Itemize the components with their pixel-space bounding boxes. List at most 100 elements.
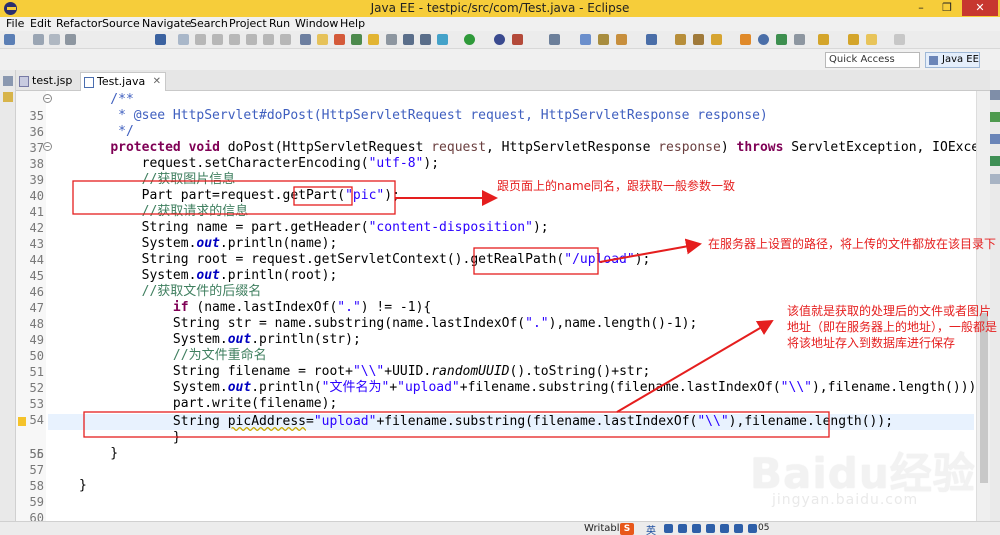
code-line: 38 − protected void doPost(HttpServletRe… (16, 140, 990, 171)
back-icon[interactable] (848, 34, 859, 45)
code-text: } (79, 478, 87, 493)
new-server-icon[interactable] (549, 34, 560, 45)
user-icon[interactable] (734, 524, 743, 533)
show-whitespace-icon[interactable] (420, 34, 431, 45)
last-edit-icon[interactable] (818, 34, 829, 45)
menu-help[interactable]: Help (340, 17, 365, 31)
save-icon[interactable] (33, 34, 44, 45)
print-icon[interactable] (65, 34, 76, 45)
fold-icon[interactable]: − (43, 94, 52, 103)
java-ee-perspective-button[interactable]: Java EE (925, 52, 980, 68)
ime-icon[interactable]: S (620, 523, 634, 535)
server-icon[interactable] (334, 34, 345, 45)
external-tools-icon[interactable] (512, 34, 523, 45)
toolbox-icon[interactable] (720, 524, 729, 533)
skin-icon[interactable] (706, 524, 715, 533)
menu-navigate[interactable]: Navigate (142, 17, 191, 31)
suspend-icon[interactable] (195, 34, 206, 45)
code-line: 36 * @see HttpServlet#doPost(HttpServlet… (16, 108, 976, 139)
forward-icon[interactable] (866, 34, 877, 45)
terminate-icon[interactable] (212, 34, 223, 45)
code-line: 47 //获取文件的后缀名 (16, 284, 976, 315)
step-return-icon[interactable] (280, 34, 291, 45)
menu-search[interactable]: Search (190, 17, 228, 31)
step-over-icon[interactable] (263, 34, 274, 45)
left-trim-bar (0, 70, 16, 535)
code-line: 46 System.out.println(root); (16, 268, 976, 299)
wrench-icon[interactable] (794, 34, 805, 45)
code-line: 41 Part part=request.getPart("pic"); (16, 188, 976, 219)
open-task-icon[interactable] (675, 34, 686, 45)
package-explorer-icon[interactable] (3, 92, 13, 102)
coverage-icon[interactable] (494, 34, 505, 45)
run-icon[interactable] (464, 34, 475, 45)
servers-view-icon[interactable] (990, 134, 1000, 144)
minimize-button[interactable]: – (908, 0, 934, 16)
annotation-icon[interactable] (711, 34, 722, 45)
toggle-icon[interactable] (386, 34, 397, 45)
save-all-icon[interactable] (49, 34, 60, 45)
close-tab-icon[interactable]: ✕ (153, 73, 161, 91)
warning-marker-icon[interactable] (18, 417, 26, 426)
punctuation-icon[interactable] (664, 524, 673, 533)
line-number: 60 (29, 511, 44, 521)
publish-icon[interactable] (351, 34, 362, 45)
annotation-text-path: 在服务器上设置的路径，将上传的文件都放在该目录下 (708, 237, 997, 251)
perspective-label: Java EE (942, 54, 979, 65)
menu-run[interactable]: Run (269, 17, 290, 31)
quick-access-field[interactable]: Quick Access (825, 52, 920, 68)
navigate-forward-icon[interactable] (894, 34, 905, 45)
outline-icon[interactable] (403, 34, 414, 45)
new-package-icon[interactable] (598, 34, 609, 45)
debug-icon[interactable] (437, 34, 448, 45)
new-icon[interactable] (4, 34, 15, 45)
disconnect-icon[interactable] (229, 34, 240, 45)
keyboard-icon[interactable] (692, 524, 701, 533)
code-text: } (79, 430, 181, 445)
status-bar: Writable S 英 05 (0, 521, 1000, 535)
tasks-view-icon[interactable] (990, 112, 1000, 122)
close-button[interactable]: ✕ (962, 0, 998, 16)
code-text: System.out.println(str); (79, 332, 361, 347)
open-type-icon[interactable] (646, 34, 657, 45)
menu-bar: File Edit Refactor Source Navigate Searc… (0, 17, 1000, 31)
code-text: String str = name.substring(name.lastInd… (79, 316, 698, 331)
minimized-view-icon[interactable] (3, 76, 13, 86)
window-title: Java EE - testpic/src/com/Test.java - Ec… (370, 1, 630, 15)
new-web-project-icon[interactable] (580, 34, 591, 45)
globe-icon[interactable] (758, 34, 769, 45)
menu-project[interactable]: Project (229, 17, 267, 31)
jsp-file-icon (19, 76, 29, 87)
step-into-icon[interactable] (246, 34, 257, 45)
tab-test-jsp[interactable]: test.jsp (16, 72, 78, 91)
resume-icon[interactable] (178, 34, 189, 45)
settings-icon[interactable] (748, 524, 757, 533)
maximize-button[interactable]: ❐ (934, 0, 960, 16)
emoji-icon[interactable] (678, 524, 687, 533)
console-view-icon[interactable] (990, 156, 1000, 166)
code-text: protected void doPost(HttpServletRequest… (110, 140, 990, 155)
outline-view-icon[interactable] (990, 90, 1000, 100)
task-list-icon[interactable] (776, 34, 787, 45)
search-icon[interactable] (693, 34, 704, 45)
next-annotation-icon[interactable] (740, 34, 751, 45)
skip-breakpoints-icon[interactable] (155, 34, 166, 45)
mark-occurrences-icon[interactable] (317, 34, 328, 45)
input-language[interactable]: 英 (646, 522, 656, 535)
fold-icon[interactable]: − (43, 142, 52, 151)
code-text: String filename = root+"\\"+UUID.randomU… (79, 364, 651, 379)
use-step-filters-icon[interactable] (300, 34, 311, 45)
menu-edit[interactable]: Edit (30, 17, 51, 31)
menu-file[interactable]: File (6, 17, 24, 31)
problems-view-icon[interactable] (990, 174, 1000, 184)
code-line: 37 */ (16, 124, 976, 155)
code-text: part.write(filename); (79, 396, 338, 411)
menu-window[interactable]: Window (295, 17, 338, 31)
new-class-icon[interactable] (616, 34, 627, 45)
edit-icon[interactable] (368, 34, 379, 45)
tab-test-java[interactable]: Test.java ✕ (80, 72, 166, 91)
status-extra: 05 (758, 523, 770, 533)
code-text: System.out.println("文件名为"+"upload"+filen… (79, 380, 985, 395)
menu-refactor[interactable]: Refactor (56, 17, 102, 31)
menu-source[interactable]: Source (102, 17, 140, 31)
